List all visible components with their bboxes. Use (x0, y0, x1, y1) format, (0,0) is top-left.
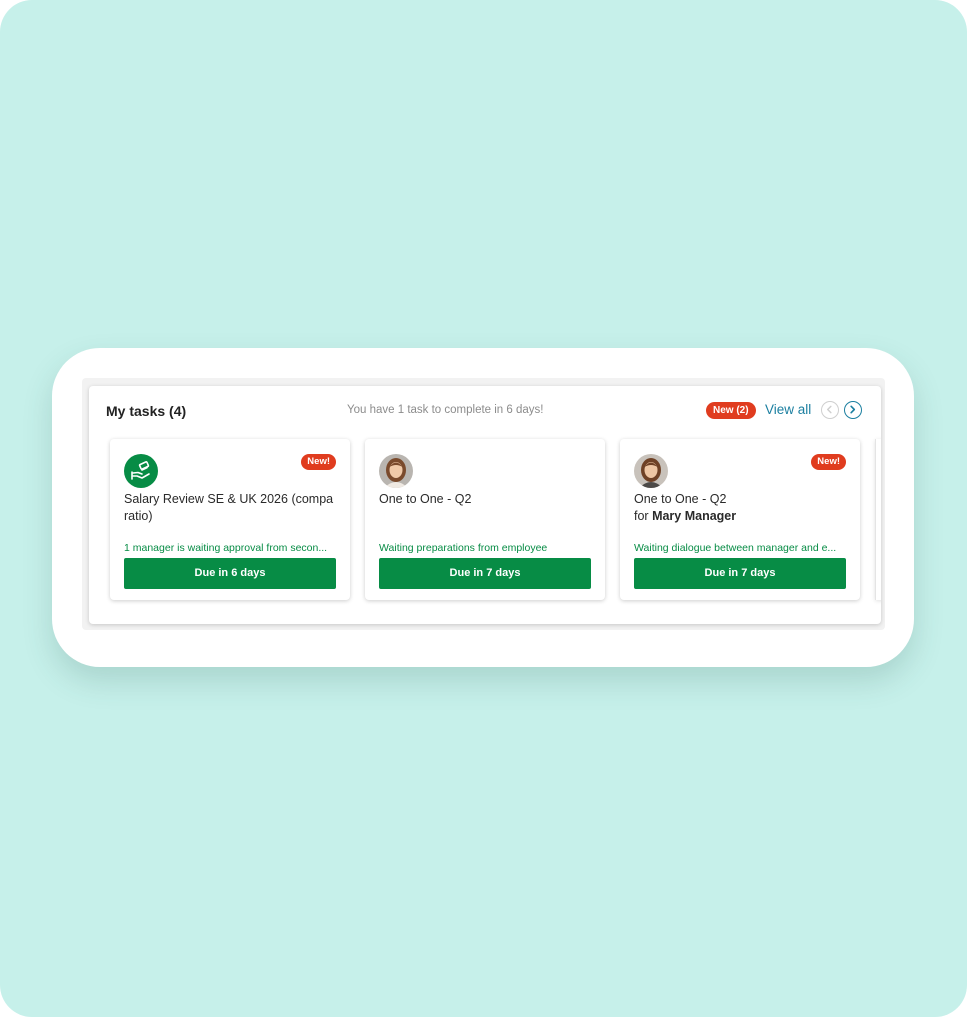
view-all-link[interactable]: View all (765, 402, 811, 417)
card-status: Waiting dialogue between manager and e..… (634, 542, 837, 554)
due-button[interactable]: Due in 7 days (379, 558, 591, 589)
my-tasks-panel: My tasks (4) You have 1 task to complete… (89, 386, 881, 624)
new-badge: New! (301, 454, 336, 470)
new-count-badge[interactable]: New (2) (706, 402, 756, 419)
card-title: One to One - Q2 for Mary Manager (634, 491, 846, 525)
avatar (634, 454, 668, 488)
next-button[interactable] (844, 401, 862, 419)
card-status: Waiting preparations from employee (379, 542, 548, 554)
new-badge: New! (811, 454, 846, 470)
avatar (379, 454, 413, 488)
card-title-text: Salary Review SE & UK 2026 (compa ratio) (124, 492, 334, 523)
card-status: 1 manager is waiting approval from secon… (124, 542, 328, 554)
chevron-left-icon (826, 405, 832, 414)
card-title-prefix: for (634, 509, 653, 523)
due-button[interactable]: Due in 6 days (124, 558, 336, 589)
card-title-text: One to One - Q2 (634, 492, 727, 506)
salary-hand-icon (124, 454, 158, 488)
chevron-right-icon (850, 405, 856, 414)
panel-title: My tasks (4) (106, 403, 187, 419)
card-assignee-name: Mary Manager (652, 509, 737, 523)
card-title: Salary Review SE & UK 2026 (compa ratio) (124, 491, 336, 525)
card-title-line2: for Mary Manager (634, 508, 846, 525)
due-button[interactable]: Due in 7 days (634, 558, 846, 589)
card-title-text: One to One - Q2 (379, 492, 472, 506)
panel-subtitle: You have 1 task to complete in 6 days! (347, 404, 544, 416)
previous-button[interactable] (821, 401, 839, 419)
task-card-one-to-one[interactable]: One to One - Q2 Waiting preparations fro… (365, 439, 605, 600)
task-card-one-to-one-manager[interactable]: New! One to One - Q2 for Mary Manager Wa… (620, 439, 860, 600)
card-title: One to One - Q2 (379, 491, 591, 508)
task-card-next-partial[interactable] (875, 439, 881, 600)
task-card-salary-review[interactable]: New! Salary Review SE & UK 2026 (compa r… (110, 439, 350, 600)
background: My tasks (4) You have 1 task to complete… (0, 0, 967, 1017)
